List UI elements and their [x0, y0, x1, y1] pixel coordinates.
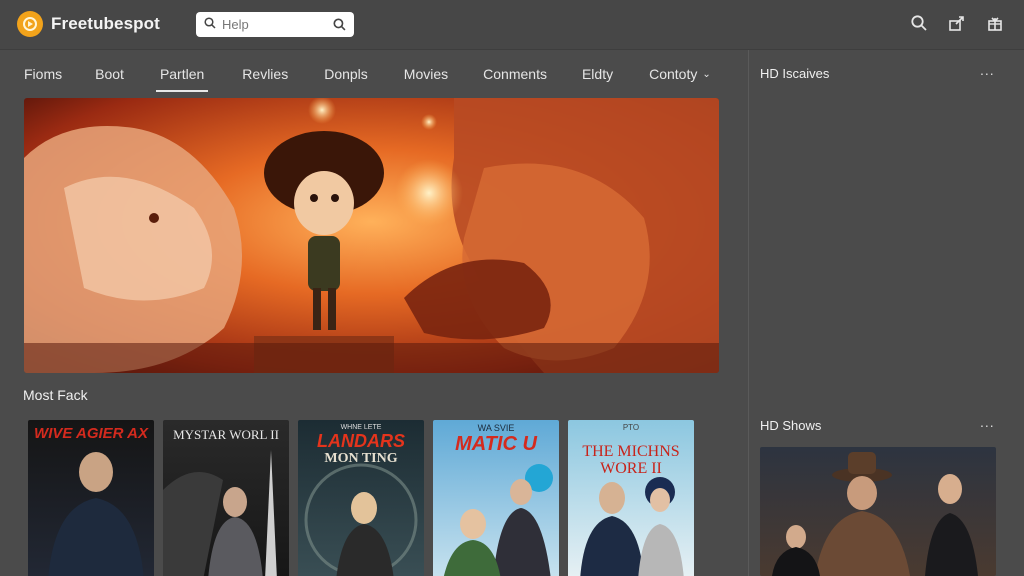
poster-card[interactable]: WA SVIE MATIC U: [433, 420, 559, 576]
more-options-button[interactable]: ...: [980, 62, 995, 78]
brand-name: Freetubespot: [51, 14, 160, 33]
nav-item-contoty[interactable]: Contoty ⌄: [649, 56, 711, 92]
poster-art: [443, 464, 553, 576]
poster-row: WIVE AGIER AX MYSTAR WORL II WHNE LETE L…: [28, 420, 694, 576]
search-icon: [204, 16, 216, 34]
nav-item-fioms[interactable]: Fioms: [24, 56, 62, 92]
show-thumbnail[interactable]: [760, 447, 996, 576]
nav-item-revlies[interactable]: Revlies: [242, 56, 288, 92]
top-bar: Freetubespot: [0, 0, 1024, 50]
share-icon[interactable]: [948, 14, 968, 34]
nav-item-eldty[interactable]: Eldty: [582, 56, 613, 92]
column-divider: [748, 50, 749, 576]
poster-card[interactable]: MYSTAR WORL II: [163, 420, 289, 576]
header-actions: [910, 14, 1006, 34]
category-nav: Fioms Boot Partlen Revlies Donpls Movies…: [24, 56, 711, 92]
sidebar-section-title: HD Iscaives: [760, 66, 830, 81]
poster-card[interactable]: WHNE LETE LANDARS MON TING: [298, 420, 424, 576]
more-options-button[interactable]: ...: [980, 414, 995, 430]
poster-art: [163, 450, 277, 576]
search-icon[interactable]: [910, 14, 930, 34]
poster-card[interactable]: WIVE AGIER AX: [28, 420, 154, 576]
nav-item-boot[interactable]: Boot: [95, 56, 124, 92]
site-logo[interactable]: Freetubespot: [17, 11, 160, 37]
search-input[interactable]: [222, 17, 332, 32]
poster-art: [48, 452, 144, 576]
logo-icon: [17, 11, 43, 37]
section-title: Most Fack: [23, 387, 88, 403]
hero-artwork: [24, 98, 719, 373]
show-artwork: [760, 447, 996, 576]
chevron-down-icon: ⌄: [702, 68, 711, 80]
gift-icon[interactable]: [986, 14, 1006, 34]
nav-item-movies[interactable]: Movies: [404, 56, 448, 92]
nav-item-partlen[interactable]: Partlen: [155, 56, 209, 92]
nav-item-conments[interactable]: Conments: [483, 56, 547, 92]
search-box[interactable]: [196, 12, 354, 37]
search-submit-icon[interactable]: [333, 18, 346, 31]
hero-banner[interactable]: [24, 98, 719, 373]
poster-art: [304, 463, 418, 576]
poster-card[interactable]: PTO THE MICHNS WORE II: [568, 420, 694, 576]
poster-art: [580, 477, 684, 576]
sidebar-section-title: HD Shows: [760, 418, 822, 433]
nav-item-donpls[interactable]: Donpls: [324, 56, 368, 92]
